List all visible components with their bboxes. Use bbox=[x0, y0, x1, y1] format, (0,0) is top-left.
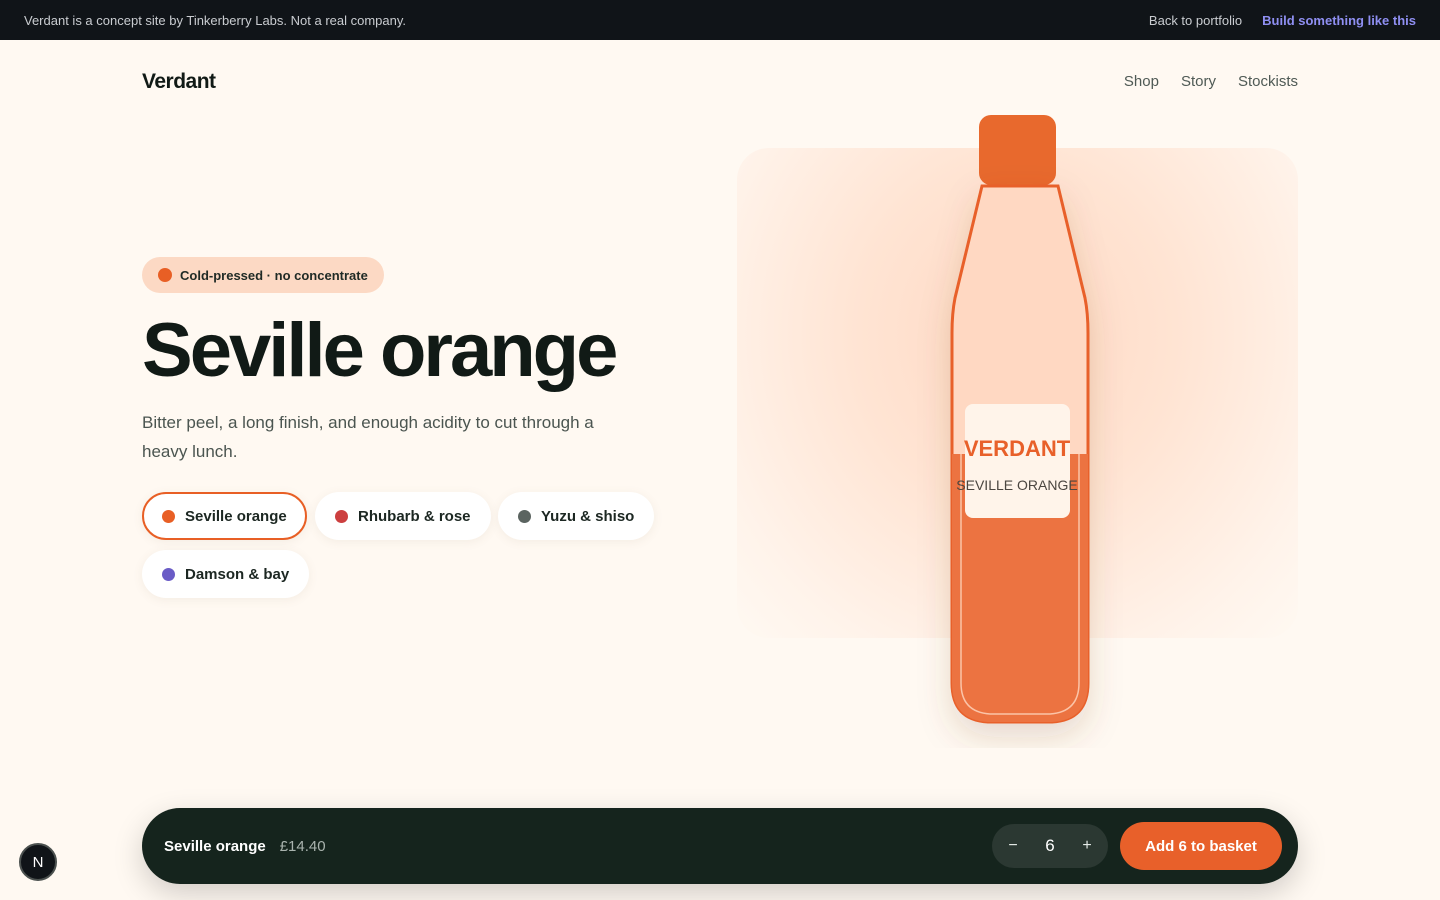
flavour-dot-icon bbox=[518, 509, 531, 523]
flavour-label: Seville orange bbox=[185, 507, 287, 525]
nav-story[interactable]: Story bbox=[1181, 73, 1216, 90]
flavour-dot-icon bbox=[335, 509, 348, 523]
bottle-brand-text: VERDANT bbox=[964, 436, 1071, 461]
nav-shop[interactable]: Shop bbox=[1124, 73, 1159, 90]
nav-stockists[interactable]: Stockists bbox=[1238, 73, 1298, 90]
decrement-button[interactable]: − bbox=[1006, 837, 1020, 855]
flavour-chip-rhubarb-rose[interactable]: Rhubarb & rose bbox=[315, 492, 491, 540]
flavour-chip-seville-orange[interactable]: Seville orange bbox=[142, 492, 307, 540]
flavour-label: Yuzu & shiso bbox=[541, 507, 635, 525]
concept-banner: Verdant is a concept site by Tinkerberry… bbox=[0, 0, 1440, 40]
build-something-link[interactable]: Build something like this bbox=[1262, 13, 1416, 28]
flavour-dot-icon bbox=[162, 509, 175, 523]
cold-pressed-badge: Cold-pressed · no concentrate bbox=[142, 257, 384, 293]
basket-product-name: Seville orange bbox=[164, 837, 266, 855]
bottle-label bbox=[965, 404, 1070, 518]
add-to-basket-button[interactable]: Add 6 to basket bbox=[1120, 822, 1282, 870]
quantity-stepper: − 6 + bbox=[992, 824, 1108, 868]
product-bottle: VERDANT SEVILLE ORANGE bbox=[950, 115, 1090, 724]
brand-logo[interactable]: Verdant bbox=[142, 70, 216, 94]
concept-notice: Verdant is a concept site by Tinkerberry… bbox=[24, 12, 407, 28]
product-title: Seville orange bbox=[142, 308, 618, 393]
badge-label: Cold-pressed · no concentrate bbox=[180, 267, 368, 283]
floating-n-badge[interactable]: N bbox=[19, 843, 57, 881]
banner-links: Back to portfolio Build something like t… bbox=[1149, 13, 1416, 28]
flavour-dot-icon bbox=[162, 567, 175, 581]
bottle-cap bbox=[979, 115, 1056, 185]
flavour-label: Rhubarb & rose bbox=[358, 507, 471, 525]
flavour-chip-damson-bay[interactable]: Damson & bay bbox=[142, 550, 310, 598]
back-to-portfolio-link[interactable]: Back to portfolio bbox=[1149, 13, 1242, 28]
increment-button[interactable]: + bbox=[1080, 837, 1094, 855]
main-nav: Shop Story Stockists bbox=[1124, 73, 1298, 90]
flavour-label: Damson & bay bbox=[185, 565, 290, 583]
badge-dot-icon bbox=[158, 268, 172, 282]
basket-bar: Seville orange £14.40 − 6 + Add 6 to bas… bbox=[142, 808, 1298, 884]
basket-price: £14.40 bbox=[279, 837, 326, 855]
quantity-value: 6 bbox=[1045, 836, 1055, 855]
product-description: Bitter peel, a long finish, and enough a… bbox=[142, 413, 594, 461]
bottle-flavour-text: SEVILLE ORANGE bbox=[956, 477, 1077, 493]
flavour-chip-yuzu-shiso[interactable]: Yuzu & shiso bbox=[498, 492, 655, 540]
